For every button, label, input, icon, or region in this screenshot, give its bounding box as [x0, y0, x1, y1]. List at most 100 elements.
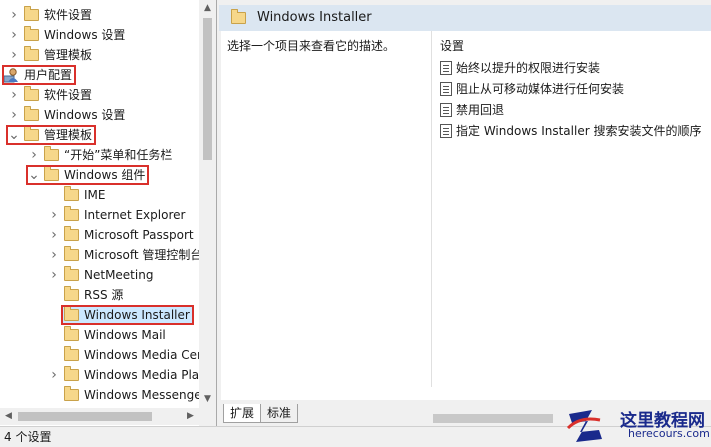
- tree-item[interactable]: › Microsoft 管理控制台: [0, 245, 203, 265]
- folder-icon: [64, 386, 79, 401]
- tree-item[interactable]: ⌄ Windows 组件: [0, 165, 199, 185]
- settings-list[interactable]: 设置 始终以提升的权限进行安装阻止从可移动媒体进行任何安装 禁用回退指定 Wind…: [431, 31, 711, 387]
- folder-icon: [24, 26, 39, 41]
- chevron-right-icon[interactable]: ›: [48, 365, 60, 385]
- details-header-title: Windows Installer: [257, 10, 372, 25]
- tab-standard[interactable]: 标准: [260, 404, 299, 423]
- tree-item[interactable]: › Internet Explorer: [0, 205, 199, 225]
- folder-icon: [44, 146, 59, 161]
- tree-item-label: NetMeeting: [84, 268, 154, 282]
- tree-item[interactable]: Windows Mail: [0, 325, 199, 345]
- tree-item-label: Internet Explorer: [84, 208, 186, 222]
- folder-icon: [64, 366, 79, 381]
- policy-setting-label: 禁用回退: [456, 103, 505, 117]
- tree-item[interactable]: › NetMeeting: [0, 265, 199, 285]
- folder-icon: [64, 246, 79, 261]
- chevron-right-icon[interactable]: ›: [48, 245, 60, 265]
- annotation-highlight-box: [6, 125, 96, 145]
- tree-item[interactable]: › Windows 设置: [0, 105, 199, 125]
- tree-vertical-thumb[interactable]: [203, 18, 212, 160]
- tree-item-label: Microsoft Passport: [84, 228, 194, 242]
- tree-item-label: Windows Media Player: [84, 368, 217, 382]
- folder-icon: [64, 326, 79, 341]
- watermark-url: herecours.com: [628, 427, 710, 440]
- scroll-down-arrow-icon[interactable]: ▼: [199, 391, 216, 408]
- policy-setting-icon: [440, 61, 452, 75]
- watermark: 这里教程网 herecours.com: [562, 404, 711, 446]
- folder-icon: [231, 9, 246, 24]
- chevron-right-icon[interactable]: ›: [8, 105, 20, 125]
- details-content: 选择一个项目来查看它的描述。 设置 始终以提升的权限进行安装阻止从可移动媒体进行…: [221, 31, 711, 423]
- policy-setting-icon: [440, 82, 452, 96]
- tree-vertical-scrollbar[interactable]: ▲ ▼: [199, 0, 216, 408]
- tree-item[interactable]: Windows Messenger: [0, 385, 207, 405]
- tree-item[interactable]: › 软件设置: [0, 5, 199, 25]
- details-header: Windows Installer: [219, 5, 711, 31]
- tree-item-label: Microsoft 管理控制台: [84, 248, 203, 262]
- policy-setting-icon: [440, 103, 452, 117]
- settings-column-header[interactable]: 设置: [440, 37, 464, 54]
- scroll-left-arrow-icon[interactable]: ◀: [0, 408, 17, 425]
- policy-setting-label: 始终以提升的权限进行安装: [456, 61, 601, 75]
- tree-horizontal-scrollbar[interactable]: ◀ ▶: [0, 408, 199, 425]
- chevron-right-icon[interactable]: ›: [48, 225, 60, 245]
- folder-icon: [64, 346, 79, 361]
- tree-item[interactable]: ⌄ 管理模板: [0, 125, 199, 145]
- tree-item-label: Windows Media Center: [84, 348, 217, 362]
- tree-item-label: RSS 源: [84, 288, 124, 302]
- view-tabs: 扩展 标准: [223, 404, 299, 424]
- folder-icon: [64, 286, 79, 301]
- status-text: 4 个设置: [4, 430, 52, 444]
- tree-item[interactable]: › “开始”菜单和任务栏: [0, 145, 199, 165]
- tree-item[interactable]: Windows Installer: [0, 305, 199, 325]
- folder-icon: [24, 106, 39, 121]
- folder-icon: [24, 6, 39, 21]
- annotation-highlight-box: [26, 165, 149, 185]
- folder-icon: [24, 46, 39, 61]
- policy-setting-label: 阻止从可移动媒体进行任何安装: [456, 82, 625, 96]
- tree-item-label: 管理模板: [44, 48, 93, 62]
- tree-item[interactable]: › Microsoft Passport: [0, 225, 199, 245]
- tree-item-label: Windows Messenger: [84, 388, 207, 402]
- tree-item-label: 软件设置: [44, 8, 93, 22]
- policy-setting-icon: [440, 124, 452, 138]
- tree-horizontal-thumb[interactable]: [18, 412, 152, 421]
- tree-item-label: 软件设置: [44, 88, 93, 102]
- description-text: 选择一个项目来查看它的描述。: [227, 39, 396, 53]
- chevron-right-icon[interactable]: ›: [8, 25, 20, 45]
- annotation-highlight-box: [2, 65, 76, 85]
- folder-icon: [64, 206, 79, 221]
- chevron-right-icon[interactable]: ›: [8, 85, 20, 105]
- tree-item[interactable]: › Windows Media Player: [0, 365, 216, 385]
- tree-item[interactable]: IME: [0, 185, 199, 205]
- tab-extended[interactable]: 扩展: [223, 404, 262, 423]
- tree-item-label: Windows 设置: [44, 108, 126, 122]
- watermark-logo-icon: [566, 410, 602, 442]
- annotation-highlight-box: [61, 305, 194, 325]
- scroll-up-arrow-icon[interactable]: ▲: [199, 0, 216, 17]
- tree-item-label: “开始”菜单和任务栏: [64, 148, 173, 162]
- tree-item-label: IME: [84, 188, 106, 202]
- chevron-right-icon[interactable]: ›: [8, 45, 20, 65]
- chevron-right-icon[interactable]: ›: [28, 145, 40, 165]
- chevron-right-icon[interactable]: ›: [8, 5, 20, 25]
- tree-view[interactable]: › 软件设置 › Windows 设置 › 管理模板 用户配置 › 软件设置 › Windows 设…: [0, 0, 217, 426]
- policy-setting-label: 指定 Windows Installer 搜索安装文件的顺序: [456, 124, 702, 138]
- chevron-right-icon[interactable]: ›: [48, 265, 60, 285]
- settings-horizontal-scrollbar[interactable]: [433, 414, 553, 423]
- tree-item[interactable]: › 软件设置: [0, 85, 199, 105]
- tree-item[interactable]: › 管理模板: [0, 45, 199, 65]
- tree-item[interactable]: RSS 源: [0, 285, 199, 305]
- folder-icon: [64, 266, 79, 281]
- scrollbar-corner: [199, 408, 216, 426]
- tree-item[interactable]: › Windows 设置: [0, 25, 199, 45]
- folder-icon: [64, 226, 79, 241]
- tree-item[interactable]: Windows Media Center: [0, 345, 216, 365]
- details-pane: Windows Installer 选择一个项目来查看它的描述。 设置 始终以提…: [219, 0, 711, 426]
- chevron-right-icon[interactable]: ›: [48, 205, 60, 225]
- scroll-right-arrow-icon[interactable]: ▶: [182, 408, 199, 425]
- tree-item[interactable]: 用户配置: [0, 65, 199, 85]
- folder-icon: [24, 86, 39, 101]
- tree-item-label: Windows Mail: [84, 328, 166, 342]
- tree-item-label: Windows 设置: [44, 28, 126, 42]
